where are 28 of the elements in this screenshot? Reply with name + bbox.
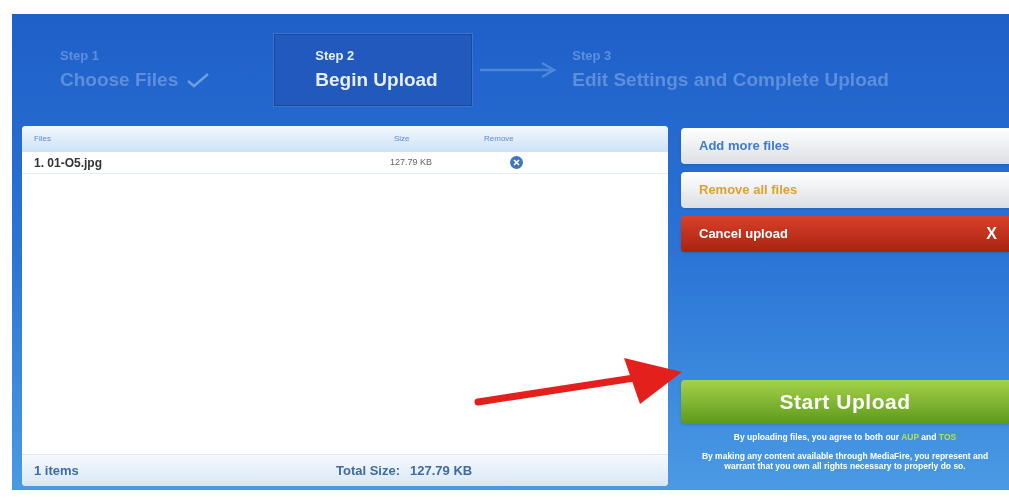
step-number: Step 2 bbox=[315, 47, 356, 65]
column-header: Remove bbox=[484, 133, 514, 145]
step-title: Edit Settings and Complete Upload bbox=[572, 67, 889, 92]
remove-files-button[interactable]: Remove all files bbox=[681, 172, 1009, 208]
agreement-text: By uploading files, you agree to both our AUP and TOS bbox=[732, 432, 958, 443]
cancel-upload-button[interactable]: Cancel upload X bbox=[681, 216, 1009, 252]
column-header: Size bbox=[394, 133, 411, 145]
file-size: 127.79 KB bbox=[390, 155, 434, 169]
item-count: 1 items bbox=[34, 461, 80, 480]
step-number: Step 1 bbox=[60, 47, 100, 65]
column-header: Files bbox=[34, 133, 52, 145]
remove-icon[interactable] bbox=[510, 156, 523, 169]
aup-link[interactable]: AUP bbox=[901, 432, 919, 443]
step-number: Step 3 bbox=[572, 47, 613, 65]
total-size-label: Total Size: bbox=[336, 461, 401, 480]
total-size: 127.79 KB bbox=[410, 461, 473, 480]
step-title: Choose Files bbox=[60, 67, 179, 92]
step-title: Begin Upload bbox=[315, 67, 438, 92]
step-tab[interactable]: Step 1 Choose Files bbox=[56, 34, 215, 106]
file-name: 1. 01-O5.jpg bbox=[34, 154, 104, 172]
start-upload-button[interactable]: Start Upload bbox=[681, 380, 1009, 425]
notice-text: By making any content available through MediaFire, you represent and warrant that you own all rights necessary to properly do so. bbox=[700, 450, 990, 474]
checkmark-icon bbox=[186, 71, 211, 88]
add-files-button[interactable]: Add more files bbox=[681, 128, 1009, 164]
step-tab[interactable]: Step 3 Edit Settings and Complete Upload bbox=[568, 34, 893, 106]
tos-link[interactable]: TOS bbox=[938, 432, 957, 443]
close-icon[interactable]: X bbox=[986, 222, 997, 246]
step-tab[interactable]: Step 2 Begin Upload bbox=[274, 34, 473, 106]
